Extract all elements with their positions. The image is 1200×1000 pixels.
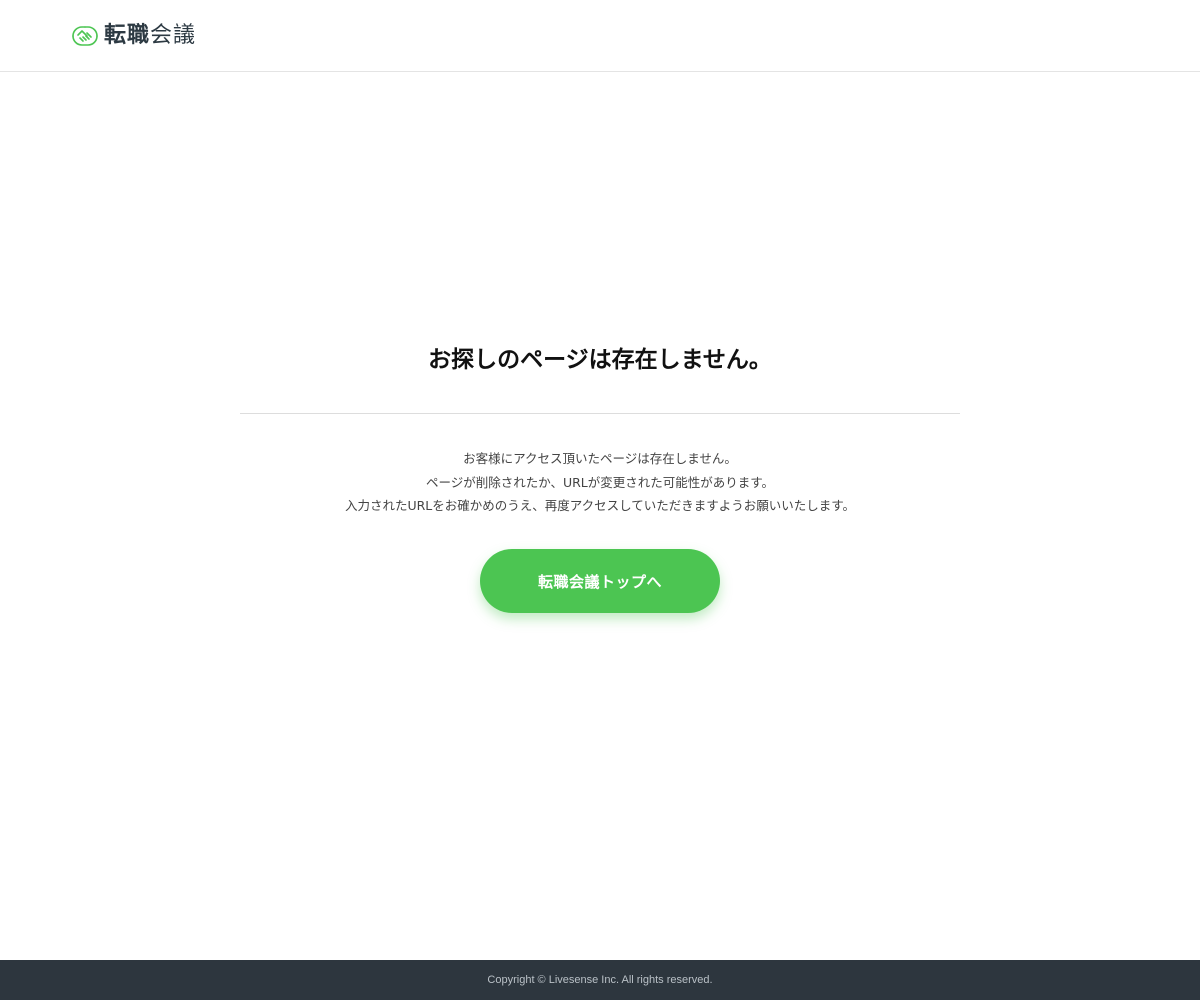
site-header: 転職会議 xyxy=(0,0,1200,72)
site-footer: Copyright © Livesense Inc. All rights re… xyxy=(0,960,1200,1000)
message-line-2: ページが削除されたか、URLが変更された可能性があります。 xyxy=(425,474,775,490)
handshake-icon xyxy=(70,23,100,49)
page: 転職会議 お探しのページは存在しません。 お客様にアクセス頂いたページは存在しま… xyxy=(0,0,1200,1000)
logo-text-light: 会議 xyxy=(150,23,197,48)
error-message: お客様にアクセス頂いたページは存在しません。 ページが削除されたか、URLが変更… xyxy=(200,447,1000,518)
message-line-3: 入力されたURLをお確かめのうえ、再度アクセスしていただきますようお願いいたしま… xyxy=(344,498,856,513)
page-title: お探しのページは存在しません。 xyxy=(428,347,772,373)
main-content: お探しのページは存在しません。 お客様にアクセス頂いたページは存在しません。 ペ… xyxy=(0,72,1200,960)
message-line-1: お客様にアクセス頂いたページは存在しません。 xyxy=(463,451,737,466)
back-to-top-button[interactable]: 転職会議トップへ xyxy=(480,549,720,613)
site-logo[interactable]: 転職会議 xyxy=(70,20,196,52)
copyright-text: Copyright © Livesense Inc. All rights re… xyxy=(487,974,713,986)
logo-text-bold: 転職 xyxy=(104,23,151,48)
title-divider xyxy=(240,413,960,414)
logo-text: 転職会議 xyxy=(104,25,196,47)
